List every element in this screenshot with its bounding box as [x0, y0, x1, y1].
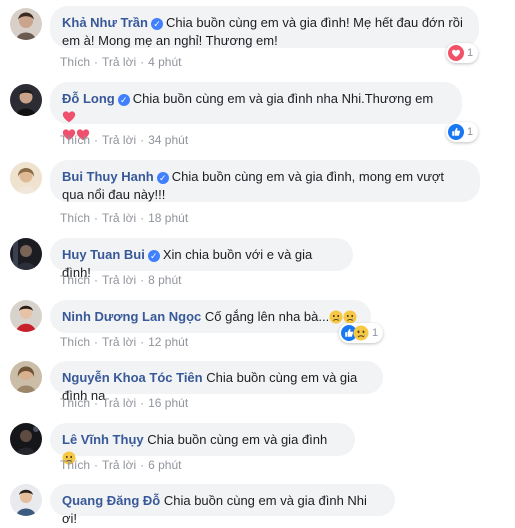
verified-badge-icon: ✓	[156, 172, 169, 184]
sad-face-emoji	[343, 310, 357, 324]
comment-text: Chia buồn cùng em và gia đình nha Nhi.Th…	[132, 91, 434, 106]
comment-actions: Thích · Trả lời · 12 phút	[60, 335, 188, 349]
comment-bubble: Quang Đăng Đỗ Chia buồn cùng em và gia đ…	[50, 484, 395, 526]
reply-link[interactable]: Trả lời	[102, 335, 136, 349]
commenter-name[interactable]: Quang Đăng Đỗ	[62, 493, 160, 508]
comment-text: Chia buồn cùng em và gia đình	[147, 432, 328, 447]
like-link[interactable]: Thích	[60, 55, 90, 69]
separator: ·	[140, 133, 145, 147]
sad-reaction-icon	[353, 325, 369, 341]
reaction-count: 1	[467, 47, 474, 59]
avatar[interactable]	[10, 300, 42, 332]
like-link[interactable]: Thích	[60, 211, 90, 225]
separator: ·	[140, 55, 145, 69]
timestamp[interactable]: 12 phút	[148, 335, 188, 349]
reaction-count: 1	[467, 126, 474, 138]
comment-bubble: Bui Thuy Hanh ✓ Chia buồn cùng em và gia đ…	[50, 160, 480, 202]
timestamp[interactable]: 16 phút	[148, 396, 188, 410]
reply-link[interactable]: Trả lời	[102, 273, 136, 287]
reaction-summary[interactable]: 1	[446, 122, 479, 142]
reaction-summary[interactable]: 1	[339, 323, 384, 343]
commenter-name[interactable]: Bui Thuy Hanh	[62, 169, 154, 184]
reply-link[interactable]: Trả lời	[102, 133, 136, 147]
separator: ·	[140, 335, 145, 349]
like-link[interactable]: Thích	[60, 273, 90, 287]
comment-bubble: Lê Vĩnh Thụy Chia buồn cùng em và gia đì…	[50, 423, 355, 456]
timestamp[interactable]: 4 phút	[148, 55, 181, 69]
avatar[interactable]	[10, 162, 42, 194]
timestamp[interactable]: 8 phút	[148, 273, 181, 287]
like-link[interactable]: Thích	[60, 396, 90, 410]
reply-link[interactable]: Trả lời	[102, 458, 136, 472]
red-heart-emoji	[62, 110, 76, 124]
comment-bubble: Nguyễn Khoa Tóc Tiên Chia buồn cùng em v…	[50, 361, 383, 403]
separator: ·	[140, 396, 145, 410]
verified-badge-icon: ✓	[150, 18, 163, 30]
comment-bubble: Ninh Dương Lan Ngọc Cố gắng lên nha bà..…	[50, 300, 371, 333]
separator: ·	[140, 211, 145, 225]
separator: ·	[140, 458, 145, 472]
timestamp[interactable]: 18 phút	[148, 211, 188, 225]
reply-link[interactable]: Trả lời	[102, 211, 136, 225]
like-reaction-icon	[448, 124, 464, 140]
love-reaction-icon	[448, 45, 464, 61]
commenter-name[interactable]: Ninh Dương Lan Ngọc	[62, 309, 201, 324]
comment-bubble: Huy Tuan Bui ✓ Xin chia buồn với e và gia …	[50, 238, 353, 280]
verified-badge-icon: ✓	[117, 94, 130, 106]
separator: ·	[94, 458, 99, 472]
comment-actions: Thích · Trả lời · 8 phút	[60, 273, 181, 287]
reply-link[interactable]: Trả lời	[102, 396, 136, 410]
like-link[interactable]: Thích	[60, 458, 90, 472]
timestamp[interactable]: 34 phút	[148, 133, 188, 147]
timestamp[interactable]: 6 phút	[148, 458, 181, 472]
comment-actions: Thích · Trả lời · 34 phút	[60, 133, 188, 147]
reply-link[interactable]: Trả lời	[102, 55, 136, 69]
avatar[interactable]	[10, 361, 42, 393]
separator: ·	[94, 211, 99, 225]
verified-badge-icon: ✓	[147, 250, 160, 262]
comment-actions: Thích · Trả lời · 4 phút	[60, 55, 181, 69]
like-link[interactable]: Thích	[60, 335, 90, 349]
sad-face-emoji	[329, 310, 343, 324]
commenter-name[interactable]: Đỗ Long	[62, 91, 115, 106]
commenter-name[interactable]: Khả Như Trần	[62, 15, 148, 30]
separator: ·	[94, 273, 99, 287]
separator: ·	[94, 133, 99, 147]
avatar[interactable]	[10, 238, 42, 270]
comment-text: Cố gắng lên nha bà...	[204, 309, 330, 324]
commenter-name[interactable]: Nguyễn Khoa Tóc Tiên	[62, 370, 203, 385]
reaction-summary[interactable]: 1	[446, 43, 479, 63]
separator: ·	[140, 273, 145, 287]
avatar[interactable]	[10, 423, 42, 455]
comment-actions: Thích · Trả lời · 6 phút	[60, 458, 181, 472]
separator: ·	[94, 396, 99, 410]
reaction-count: 1	[372, 327, 379, 339]
comment-bubble: Đỗ Long ✓ Chia buồn cùng em và gia đình nh…	[50, 82, 462, 124]
like-link[interactable]: Thích	[60, 133, 90, 147]
separator: ·	[94, 55, 99, 69]
comment-bubble: Khả Như Trần ✓ Chia buồn cùng em và gia đì…	[50, 6, 479, 48]
avatar[interactable]	[10, 484, 42, 516]
avatar[interactable]	[10, 8, 42, 40]
comment-actions: Thích · Trả lời · 16 phút	[60, 396, 188, 410]
commenter-name[interactable]: Huy Tuan Bui	[62, 247, 145, 262]
comment-actions: Thích · Trả lời · 18 phút	[60, 211, 188, 225]
separator: ·	[94, 335, 99, 349]
commenter-name[interactable]: Lê Vĩnh Thụy	[62, 432, 144, 447]
avatar[interactable]	[10, 84, 42, 116]
